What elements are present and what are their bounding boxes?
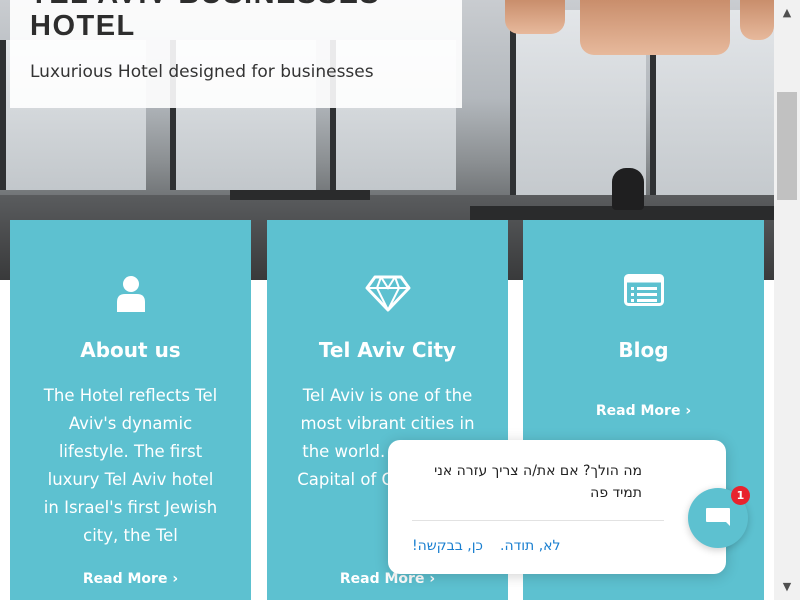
read-more-link[interactable]: Read More › [10,571,251,587]
scroll-down-arrow-icon[interactable]: ▼ [774,574,800,600]
scroll-up-arrow-icon[interactable]: ▲ [774,0,800,26]
chat-divider [412,520,664,521]
chat-option-no[interactable]: לא, תודה. [500,538,560,554]
card-title: Blog [618,338,669,362]
user-icon [10,274,251,314]
scrollbar-thumb[interactable] [777,92,797,200]
chat-option-yes[interactable]: כן, בבקשה! [412,538,483,554]
list-icon [523,274,764,314]
notification-badge: 1 [731,486,750,505]
card-title: About us [80,338,181,362]
diamond-icon [267,274,508,314]
read-more-link[interactable]: Read More › [523,403,764,419]
hero-text-box: TEL AVIV BUSINESSES HOTEL Luxurious Hote… [10,0,462,108]
hero-title: HOTEL [30,10,136,42]
card-about-us: About us The Hotel reflects Tel Aviv's d… [10,220,251,600]
chat-message: מה הולך? אם את/ה צריך עזרה אני תמיד פה [434,463,642,501]
card-text: The Hotel reflects Tel Aviv's dynamic li… [43,386,218,545]
page-scrollbar[interactable]: ▲ ▼ [774,0,800,600]
chevron-right-icon: › [172,571,179,587]
person-silhouette [612,168,644,210]
chat-popup: מה הולך? אם את/ה צריך עזרה אני תמיד פה כ… [388,440,726,574]
card-title: Tel Aviv City [318,338,457,362]
chevron-right-icon: › [685,403,692,419]
hero-subtitle: Luxurious Hotel designed for businesses [30,62,374,82]
